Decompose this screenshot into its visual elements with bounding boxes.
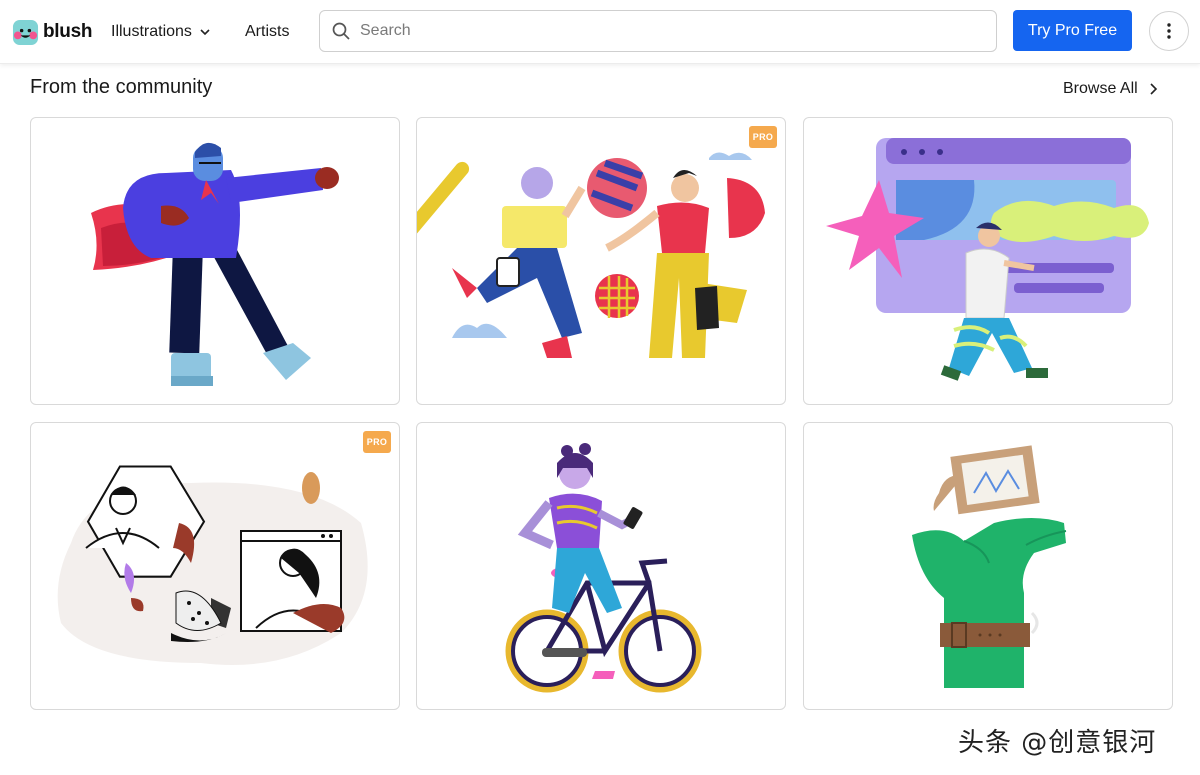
browse-all-label: Browse All (1063, 80, 1138, 97)
chevron-right-icon (1150, 83, 1157, 95)
superhero-illustration (91, 142, 339, 386)
girl-bicycle-illustration (505, 443, 702, 693)
search-icon (332, 22, 350, 40)
illustration-card-superhero[interactable] (30, 117, 400, 405)
browse-all-link[interactable]: Browse All (1063, 80, 1158, 98)
illustration-card-bicycle[interactable] (416, 422, 786, 710)
logo-text: blush (43, 21, 93, 42)
chevron-down-icon (200, 29, 210, 36)
watermark-text: 头条 @创意银河 (958, 728, 1157, 758)
section-title: From the community (30, 76, 213, 98)
yoga-video-call-illustration (57, 465, 368, 665)
blush-logo-icon (12, 19, 39, 45)
nav-illustrations[interactable]: Illustrations (111, 20, 212, 44)
illustration-card-web-designer[interactable] (803, 117, 1173, 405)
top-navigation-bar: blush Illustrations Artists Try Pro Free (0, 0, 1200, 64)
search-bar[interactable] (319, 10, 997, 52)
more-vertical-icon (1167, 23, 1171, 39)
hand-frame-illustration (912, 445, 1067, 688)
nav-artists[interactable]: Artists (245, 20, 289, 44)
nav-artists-label: Artists (245, 23, 290, 40)
more-options-button[interactable] (1149, 11, 1189, 51)
try-pro-free-button[interactable]: Try Pro Free (1013, 10, 1132, 51)
web-designer-illustration (826, 138, 1149, 381)
pro-badge: PRO (749, 126, 777, 148)
nav-illustrations-label: Illustrations (111, 23, 192, 40)
pro-badge: PRO (363, 431, 391, 453)
shopping-friends-illustration (417, 152, 765, 358)
illustration-card-yoga-call[interactable]: PRO (30, 422, 400, 710)
illustration-card-hand-frame[interactable] (803, 422, 1173, 710)
search-input[interactable] (360, 22, 960, 40)
logo[interactable]: blush (12, 17, 92, 47)
illustration-card-shopping[interactable]: PRO (416, 117, 786, 405)
